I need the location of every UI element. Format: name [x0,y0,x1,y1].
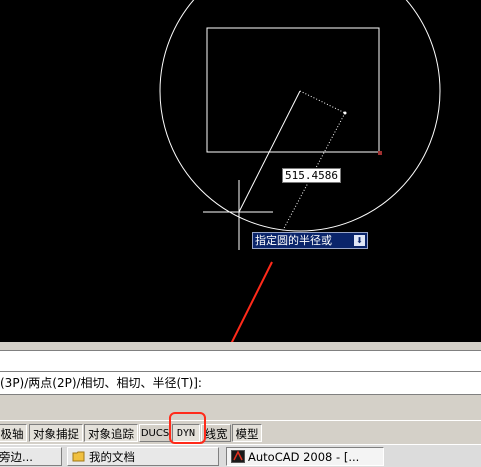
taskbar-item-label: 我的文档 [89,450,135,464]
toggle-model[interactable]: 模型 [232,424,262,442]
command-prompt-text: (3P)/两点(2P)/相切、相切、半径(T)]: [0,376,202,390]
taskbar-item-my-documents[interactable]: 我的文档 [67,447,219,466]
command-window-splitter[interactable] [0,342,481,351]
rectangle-entity [206,27,380,153]
toggle-polar[interactable]: 极轴 [0,424,27,442]
drawing-canvas[interactable]: 515.4586 指定圆的半径或 ⬇ [0,0,481,342]
annotation-arrow [230,261,273,342]
taskbar-item-window[interactable]: 旁边... [0,447,62,466]
status-bar: 极轴 对象捕捉 对象追踪 DUCS DYN 线宽 模型 [0,420,481,444]
command-line[interactable]: (3P)/两点(2P)/相切、相切、半径(T)]: [0,371,481,395]
taskbar-item-autocad[interactable]: AutoCAD 2008 - [... [226,447,384,466]
toggle-osnap[interactable]: 对象捕捉 [29,424,83,442]
command-history-line [0,351,481,373]
toggle-otrack[interactable]: 对象追踪 [84,424,138,442]
taskbar: 旁边... 我的文档 AutoCAD 2008 - [... [0,444,481,467]
radius-dynamic-input[interactable]: 515.4586 [282,168,341,183]
grip-marker [378,151,382,155]
prompt-dropdown-icon[interactable]: ⬇ [354,235,365,246]
taskbar-item-label: AutoCAD 2008 - [... [248,450,360,464]
folder-icon [72,451,85,462]
taskbar-item-label: 旁边... [0,450,33,464]
dim-endpoint [343,111,347,115]
prompt-text: 指定圆的半径或 [255,234,332,247]
dynamic-prompt-tooltip: 指定圆的半径或 ⬇ [252,232,368,249]
autocad-icon [231,450,245,463]
drawing-geometry [159,0,441,342]
dim-line-1 [299,90,346,114]
circle-entity [159,0,441,232]
dyn-highlight-box [169,412,206,444]
toggle-ducs[interactable]: DUCS [139,424,171,442]
